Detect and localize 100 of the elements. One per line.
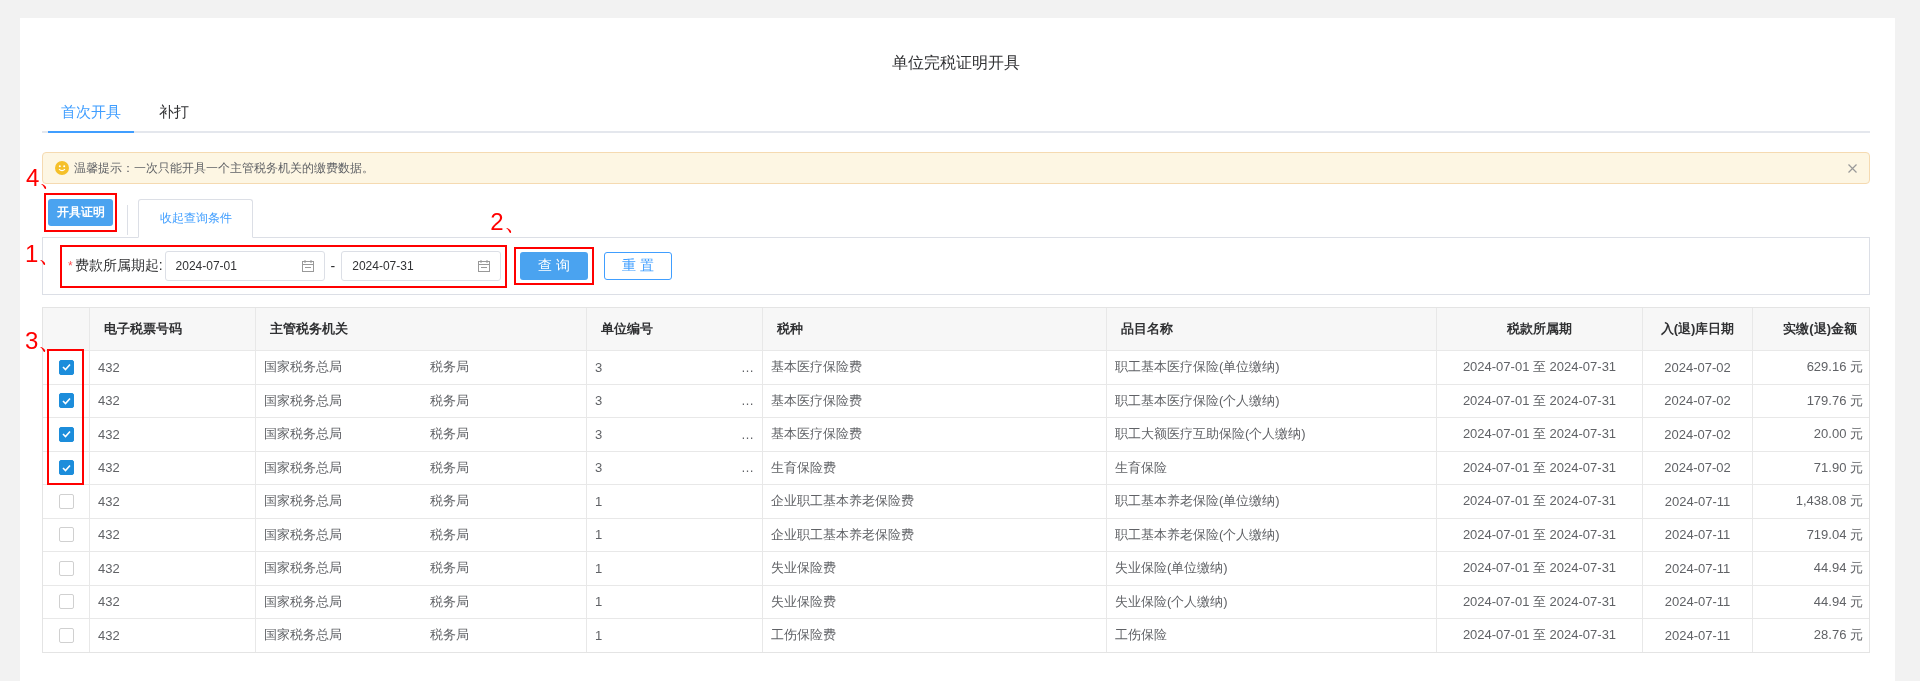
table-cell: 2024-07-02 — [1664, 426, 1731, 442]
table-cell: 20.00 元 — [1813, 425, 1863, 444]
table-cell-text: 税务局 — [430, 592, 470, 611]
checkbox[interactable] — [58, 627, 74, 643]
table-cell: 432 — [98, 393, 120, 409]
end-date-field[interactable]: 2024-07-31 — [341, 251, 502, 281]
table-cell: 失业保险费 — [771, 592, 836, 611]
table-cell: 432 — [98, 359, 120, 375]
table-cell: 2024-07-01 至 2024-07-31 — [1462, 559, 1617, 578]
table-cell: 工伤保险 — [1115, 626, 1167, 645]
check-icon — [61, 463, 71, 472]
check-icon — [61, 396, 71, 405]
table-cell: 2024-07-01 至 2024-07-31 — [1462, 525, 1617, 544]
check-icon — [61, 430, 71, 439]
notice-text: 温馨提示：一次只能开具一个主管税务机关的缴费数据。 — [74, 159, 375, 177]
table-cell: 432 — [98, 460, 120, 476]
column-header: 主管税务机关 — [270, 320, 348, 338]
table-cell: 2024-07-01 至 2024-07-31 — [1462, 358, 1617, 377]
issue-certificate-button[interactable]: 开具证明 — [48, 199, 113, 226]
table-cell-text: 税务局 — [430, 458, 470, 477]
table-cell: 生育保险 — [1115, 458, 1167, 477]
table-cell: 179.76 元 — [1806, 391, 1863, 410]
table-cell: 2024-07-11 — [1664, 493, 1731, 509]
table-cell: 44.94 元 — [1813, 592, 1863, 611]
step-label: 3、 — [25, 328, 63, 354]
table-cell: 职工基本医疗保险(单位缴纳) — [1115, 358, 1280, 377]
table-cell: 629.16 元 — [1806, 358, 1863, 377]
table-cell: 432 — [98, 493, 120, 509]
table-cell: 基本医疗保险费 — [771, 425, 862, 444]
reset-button[interactable]: 重 置 — [604, 252, 673, 280]
table-cell-text: 税务局 — [430, 626, 470, 645]
table-cell: 2024-07-02 — [1664, 460, 1731, 476]
start-date-field[interactable]: 2024-07-01 — [164, 251, 325, 281]
table-cell: 企业职工基本养老保险费 — [771, 525, 914, 544]
tab[interactable]: 首次开具 — [48, 92, 134, 133]
table-cell: 2024-07-01 至 2024-07-31 — [1462, 391, 1617, 410]
table-cell: 719.04 元 — [1806, 525, 1863, 544]
table-cell: 432 — [98, 594, 120, 610]
table-cell: 2024-07-01 至 2024-07-31 — [1462, 458, 1617, 477]
checkbox[interactable] — [58, 359, 74, 375]
smiley-icon — [55, 161, 69, 175]
table-cell-text: 税务局 — [430, 492, 470, 511]
table-cell-text: 国家税务总局 — [264, 592, 343, 611]
table-cell: 3 — [595, 426, 603, 442]
table-cell-text: 国家税务总局 — [264, 525, 343, 544]
table-cell: 职工基本医疗保险(个人缴纳) — [1115, 391, 1280, 410]
checkbox[interactable] — [58, 493, 74, 509]
required-mark: * — [68, 259, 73, 273]
checkbox[interactable] — [58, 426, 74, 442]
field-label: 费款所属期起: — [74, 257, 163, 275]
column-header: 品目名称 — [1121, 320, 1173, 338]
table-cell: 2024-07-11 — [1664, 627, 1731, 643]
table-cell: 2024-07-01 至 2024-07-31 — [1462, 592, 1617, 611]
table-cell-text: 国家税务总局 — [264, 358, 343, 377]
step-label: 4、 — [26, 165, 64, 191]
table-cell: 基本医疗保险费 — [771, 391, 862, 410]
table-cell: 企业职工基本养老保险费 — [771, 492, 914, 511]
table-cell: 432 — [98, 627, 120, 643]
table-cell: 44.94 元 — [1813, 559, 1863, 578]
table-cell: 2024-07-01 至 2024-07-31 — [1462, 626, 1617, 645]
tab[interactable]: 补打 — [146, 92, 202, 133]
table-cell: 2024-07-02 — [1664, 359, 1731, 375]
step-label: 2、 — [490, 209, 528, 235]
table-cell: 1 — [595, 493, 603, 509]
table-cell: 1 — [595, 560, 603, 576]
checkbox[interactable] — [58, 594, 74, 610]
checkbox[interactable] — [58, 560, 74, 576]
table-cell: 1 — [595, 627, 603, 643]
ellipsis-text: … — [741, 426, 754, 442]
column-header: 税种 — [777, 320, 803, 338]
page-title: 单位完税证明开具 — [891, 53, 1021, 73]
collapse-filter-tab[interactable]: 收起查询条件 — [138, 199, 253, 238]
table-cell: 3 — [595, 359, 603, 375]
table-cell: 432 — [98, 527, 120, 543]
table-cell: 1,438.08 元 — [1795, 492, 1863, 511]
table-cell: 71.90 元 — [1813, 458, 1863, 477]
checkbox[interactable] — [58, 460, 74, 476]
table-cell: 失业保险(单位缴纳) — [1115, 559, 1228, 578]
range-separator: - — [330, 258, 336, 274]
table-cell: 工伤保险费 — [771, 626, 836, 645]
table-cell: 职工基本养老保险(单位缴纳) — [1115, 492, 1280, 511]
table-cell-text: 国家税务总局 — [264, 559, 343, 578]
table-cell-text: 国家税务总局 — [264, 425, 343, 444]
table-cell: 生育保险费 — [771, 458, 836, 477]
table-cell: 432 — [98, 426, 120, 442]
column-header: 电子税票号码 — [104, 320, 182, 338]
close-icon[interactable] — [1848, 163, 1857, 173]
table-cell-text: 税务局 — [430, 358, 470, 377]
checkbox[interactable] — [58, 393, 74, 409]
query-button[interactable]: 查 询 — [520, 252, 589, 280]
ellipsis-text: … — [741, 393, 754, 409]
checkbox[interactable] — [58, 527, 74, 543]
table-cell: 2024-07-11 — [1664, 527, 1731, 543]
table-cell-text: 税务局 — [430, 425, 470, 444]
table-cell: 432 — [98, 560, 120, 576]
ellipsis-text: … — [741, 359, 754, 375]
table-cell: 失业保险(个人缴纳) — [1115, 592, 1228, 611]
calendar-icon — [478, 260, 491, 272]
table-cell: 职工基本养老保险(个人缴纳) — [1115, 525, 1280, 544]
table-cell-text: 国家税务总局 — [264, 492, 343, 511]
